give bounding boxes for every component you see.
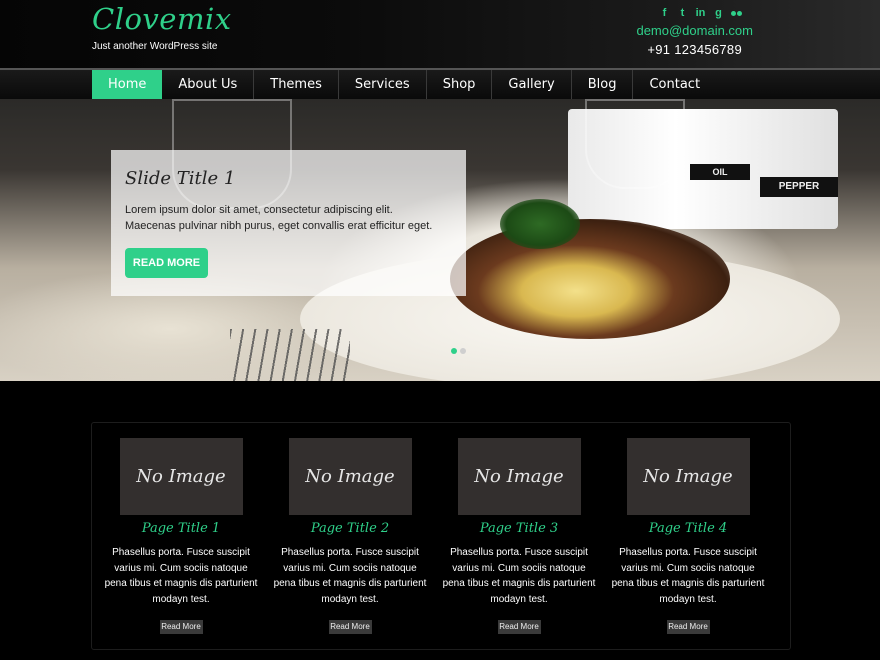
slider-pagination — [451, 348, 466, 354]
card-title[interactable]: Page Title 4 — [608, 521, 768, 536]
google-plus-icon[interactable]: g — [713, 7, 724, 19]
hero-slider: OIL PEPPER Slide Title 1 Lorem ipsum dol… — [0, 99, 880, 381]
card-image-placeholder[interactable]: No Image — [288, 438, 412, 515]
card-text: Phasellus porta. Fusce suscipit varius m… — [611, 547, 765, 605]
nav-item-contact[interactable]: Contact — [633, 70, 716, 99]
card-text: Phasellus porta. Fusce suscipit varius m… — [442, 547, 596, 605]
nav-item-about-us[interactable]: About Us — [162, 70, 255, 99]
contact-email[interactable]: demo@domain.com — [636, 23, 753, 38]
card-title[interactable]: Page Title 3 — [439, 521, 599, 536]
slide-caption: Slide Title 1 Lorem ipsum dolor sit amet… — [111, 150, 466, 296]
slide-read-more-button[interactable]: READ MORE — [125, 248, 208, 278]
page-card: No Image Page Title 1 Phasellus porta. F… — [101, 438, 261, 634]
slider-dot-1[interactable] — [451, 348, 457, 354]
wine-glass-image — [585, 99, 685, 189]
facebook-icon[interactable]: f — [659, 7, 670, 19]
nav-item-blog[interactable]: Blog — [572, 70, 634, 99]
oil-label: OIL — [690, 164, 750, 180]
nav-item-services[interactable]: Services — [339, 70, 427, 99]
slide-title: Slide Title 1 — [125, 168, 236, 189]
page-card: No Image Page Title 3 Phasellus porta. F… — [439, 438, 599, 634]
nav-item-gallery[interactable]: Gallery — [492, 70, 572, 99]
fork-image — [230, 329, 350, 381]
card-read-more-button[interactable]: Read More — [159, 620, 203, 634]
card-read-more-button[interactable]: Read More — [328, 620, 372, 634]
linkedin-icon[interactable]: in — [695, 7, 706, 19]
pepper-label: PEPPER — [760, 177, 838, 197]
card-title[interactable]: Page Title 2 — [270, 521, 430, 536]
main-nav: Home About Us Themes Services Shop Galle… — [0, 68, 880, 99]
contact-phone: +91 123456789 — [647, 42, 742, 57]
nav-item-themes[interactable]: Themes — [254, 70, 339, 99]
page-card: No Image Page Title 2 Phasellus porta. F… — [270, 438, 430, 634]
site-logo[interactable]: Clovemix — [92, 2, 232, 36]
card-image-placeholder[interactable]: No Image — [626, 438, 750, 515]
site-header: Clovemix Just another WordPress site f t… — [0, 0, 880, 68]
slider-dot-2[interactable] — [460, 348, 466, 354]
garnish-image — [500, 199, 580, 249]
card-text: Phasellus porta. Fusce suscipit varius m… — [104, 547, 258, 605]
card-title[interactable]: Page Title 1 — [101, 521, 261, 536]
flickr-icon[interactable] — [731, 7, 742, 19]
card-image-placeholder[interactable]: No Image — [457, 438, 581, 515]
card-text: Phasellus porta. Fusce suscipit varius m… — [273, 547, 427, 605]
nav-item-home[interactable]: Home — [92, 70, 163, 99]
page-cards-section: No Image Page Title 1 Phasellus porta. F… — [91, 422, 791, 650]
card-read-more-button[interactable]: Read More — [497, 620, 541, 634]
card-read-more-button[interactable]: Read More — [666, 620, 710, 634]
nav-item-shop[interactable]: Shop — [427, 70, 493, 99]
site-tagline: Just another WordPress site — [92, 41, 218, 52]
food-image — [450, 219, 730, 339]
card-image-placeholder[interactable]: No Image — [119, 438, 243, 515]
social-links: f t in g — [659, 7, 742, 19]
slide-text: Lorem ipsum dolor sit amet, consectetur … — [125, 204, 433, 232]
twitter-icon[interactable]: t — [677, 7, 688, 19]
page-card: No Image Page Title 4 Phasellus porta. F… — [608, 438, 768, 634]
